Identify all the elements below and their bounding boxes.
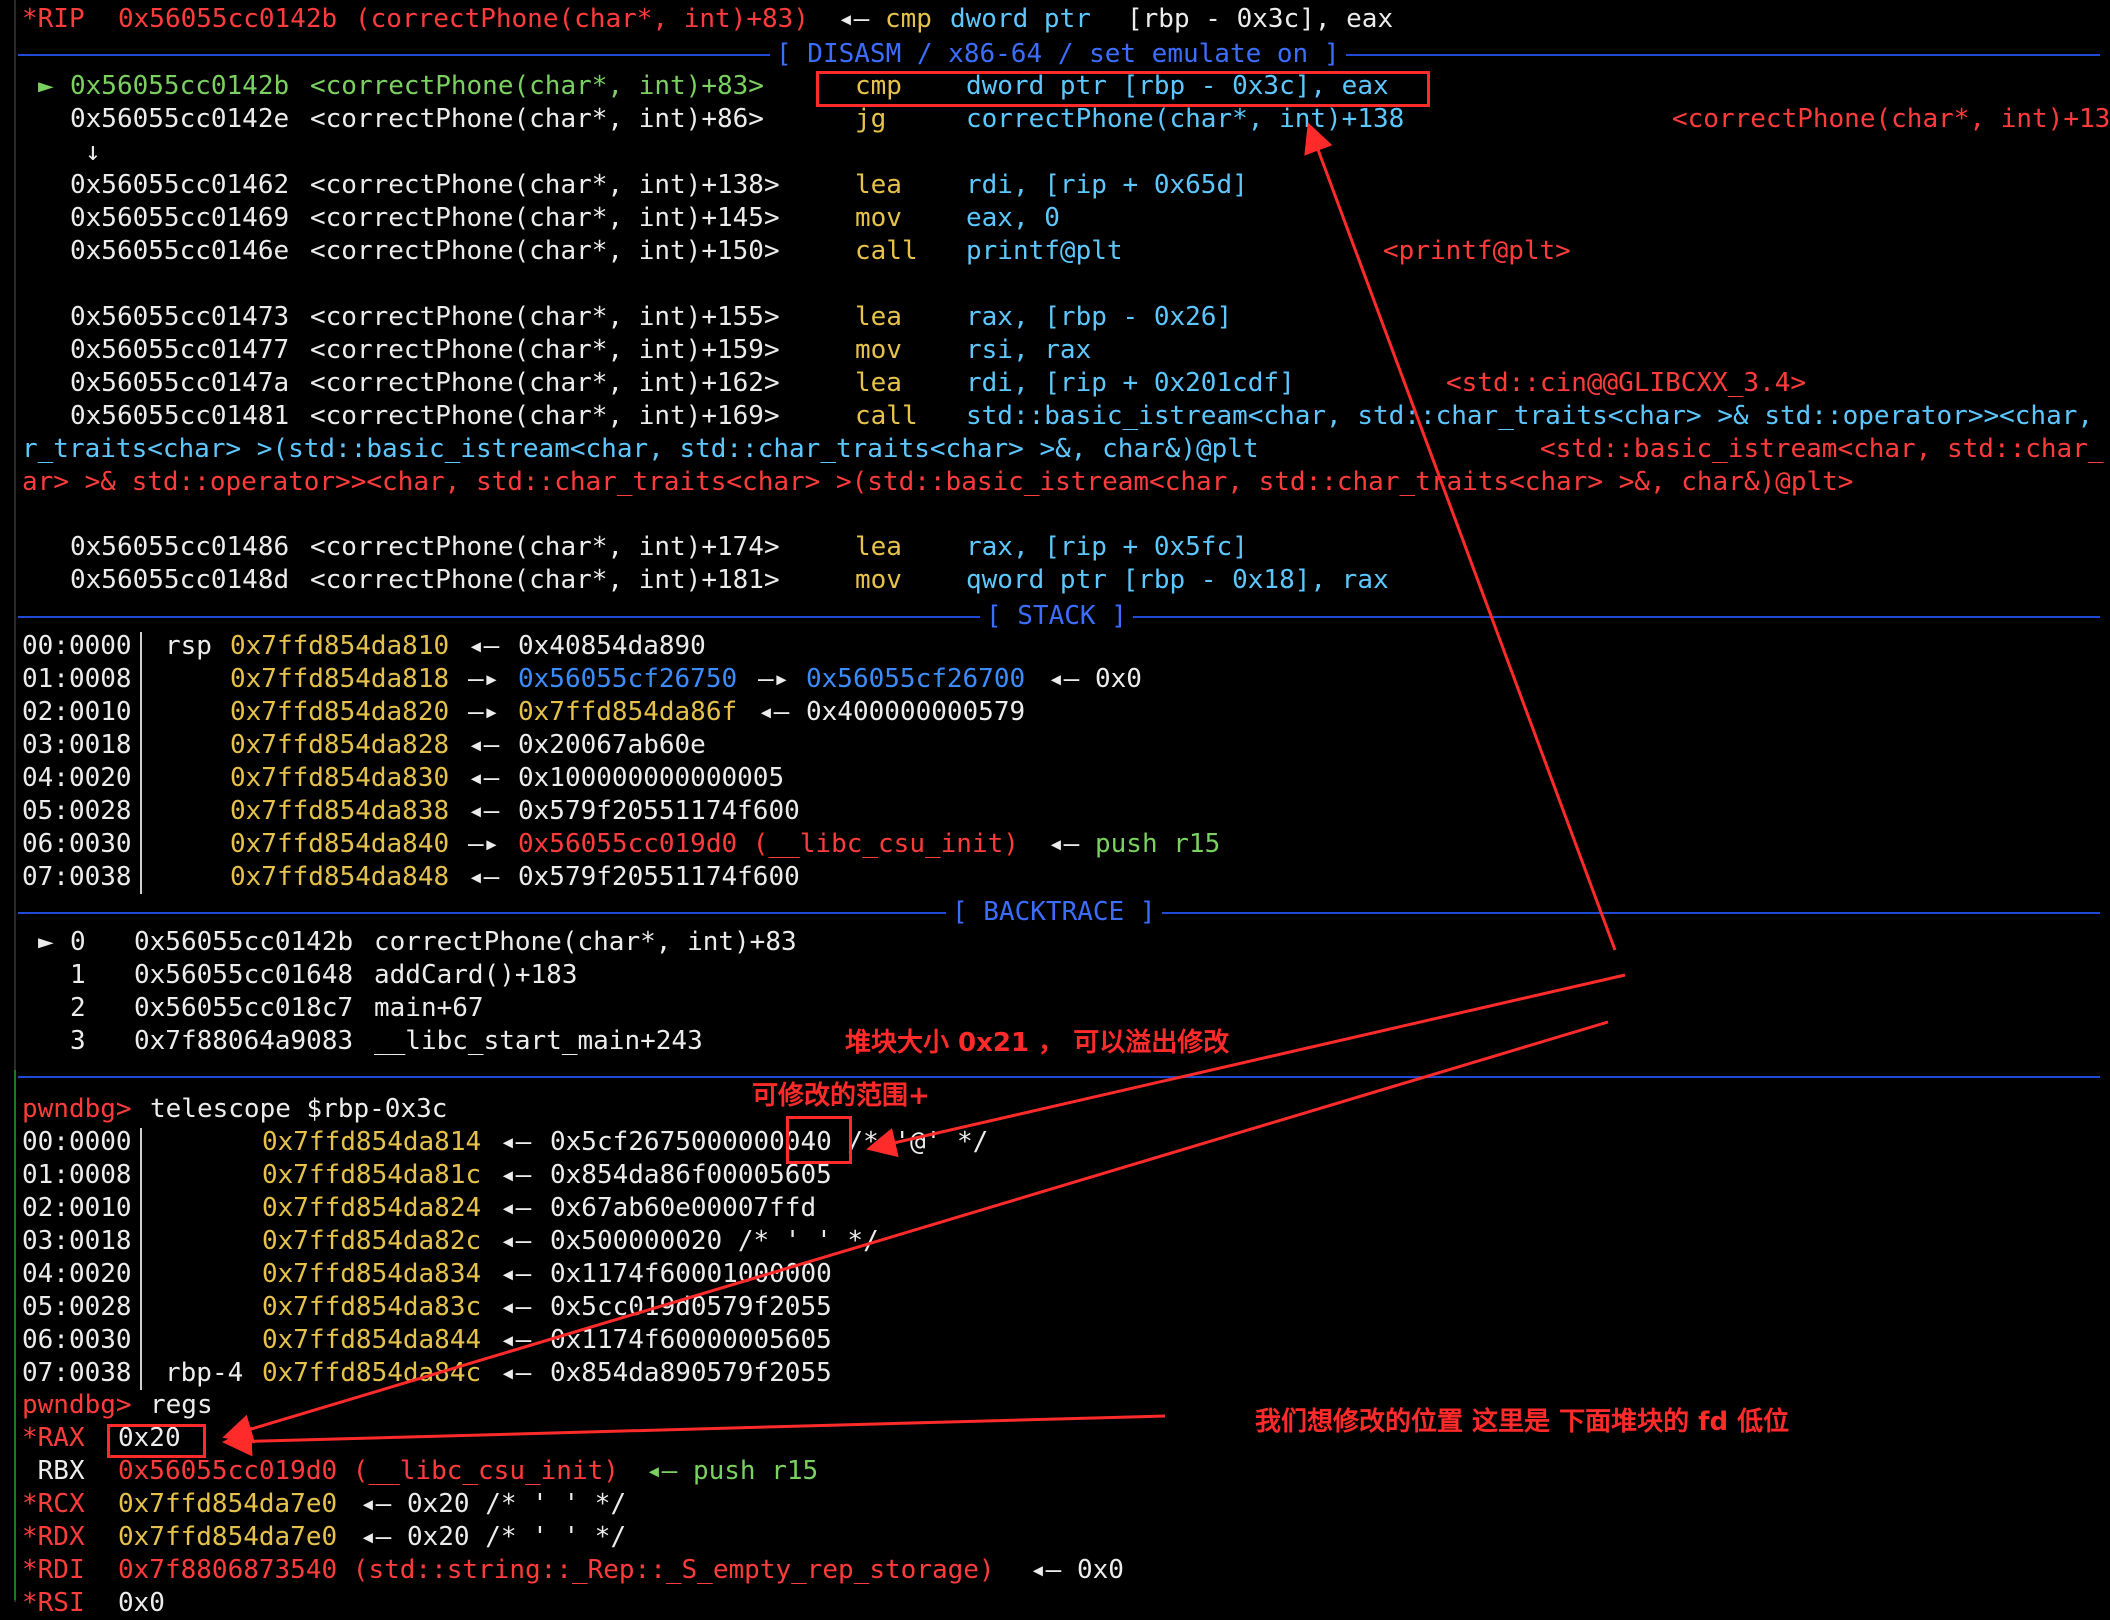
arrow-to-rax bbox=[222, 1414, 1166, 1457]
arrow-to-byte bbox=[866, 973, 1626, 1158]
annotation-arrows bbox=[222, 122, 1626, 1457]
terminal[interactable]: *RIP 0x56055cc0142b (correctPhone(char*,… bbox=[0, 0, 2110, 1618]
arrow-to-rax-from-note bbox=[222, 1020, 1609, 1444]
arrow-to-jg bbox=[1304, 122, 1617, 951]
